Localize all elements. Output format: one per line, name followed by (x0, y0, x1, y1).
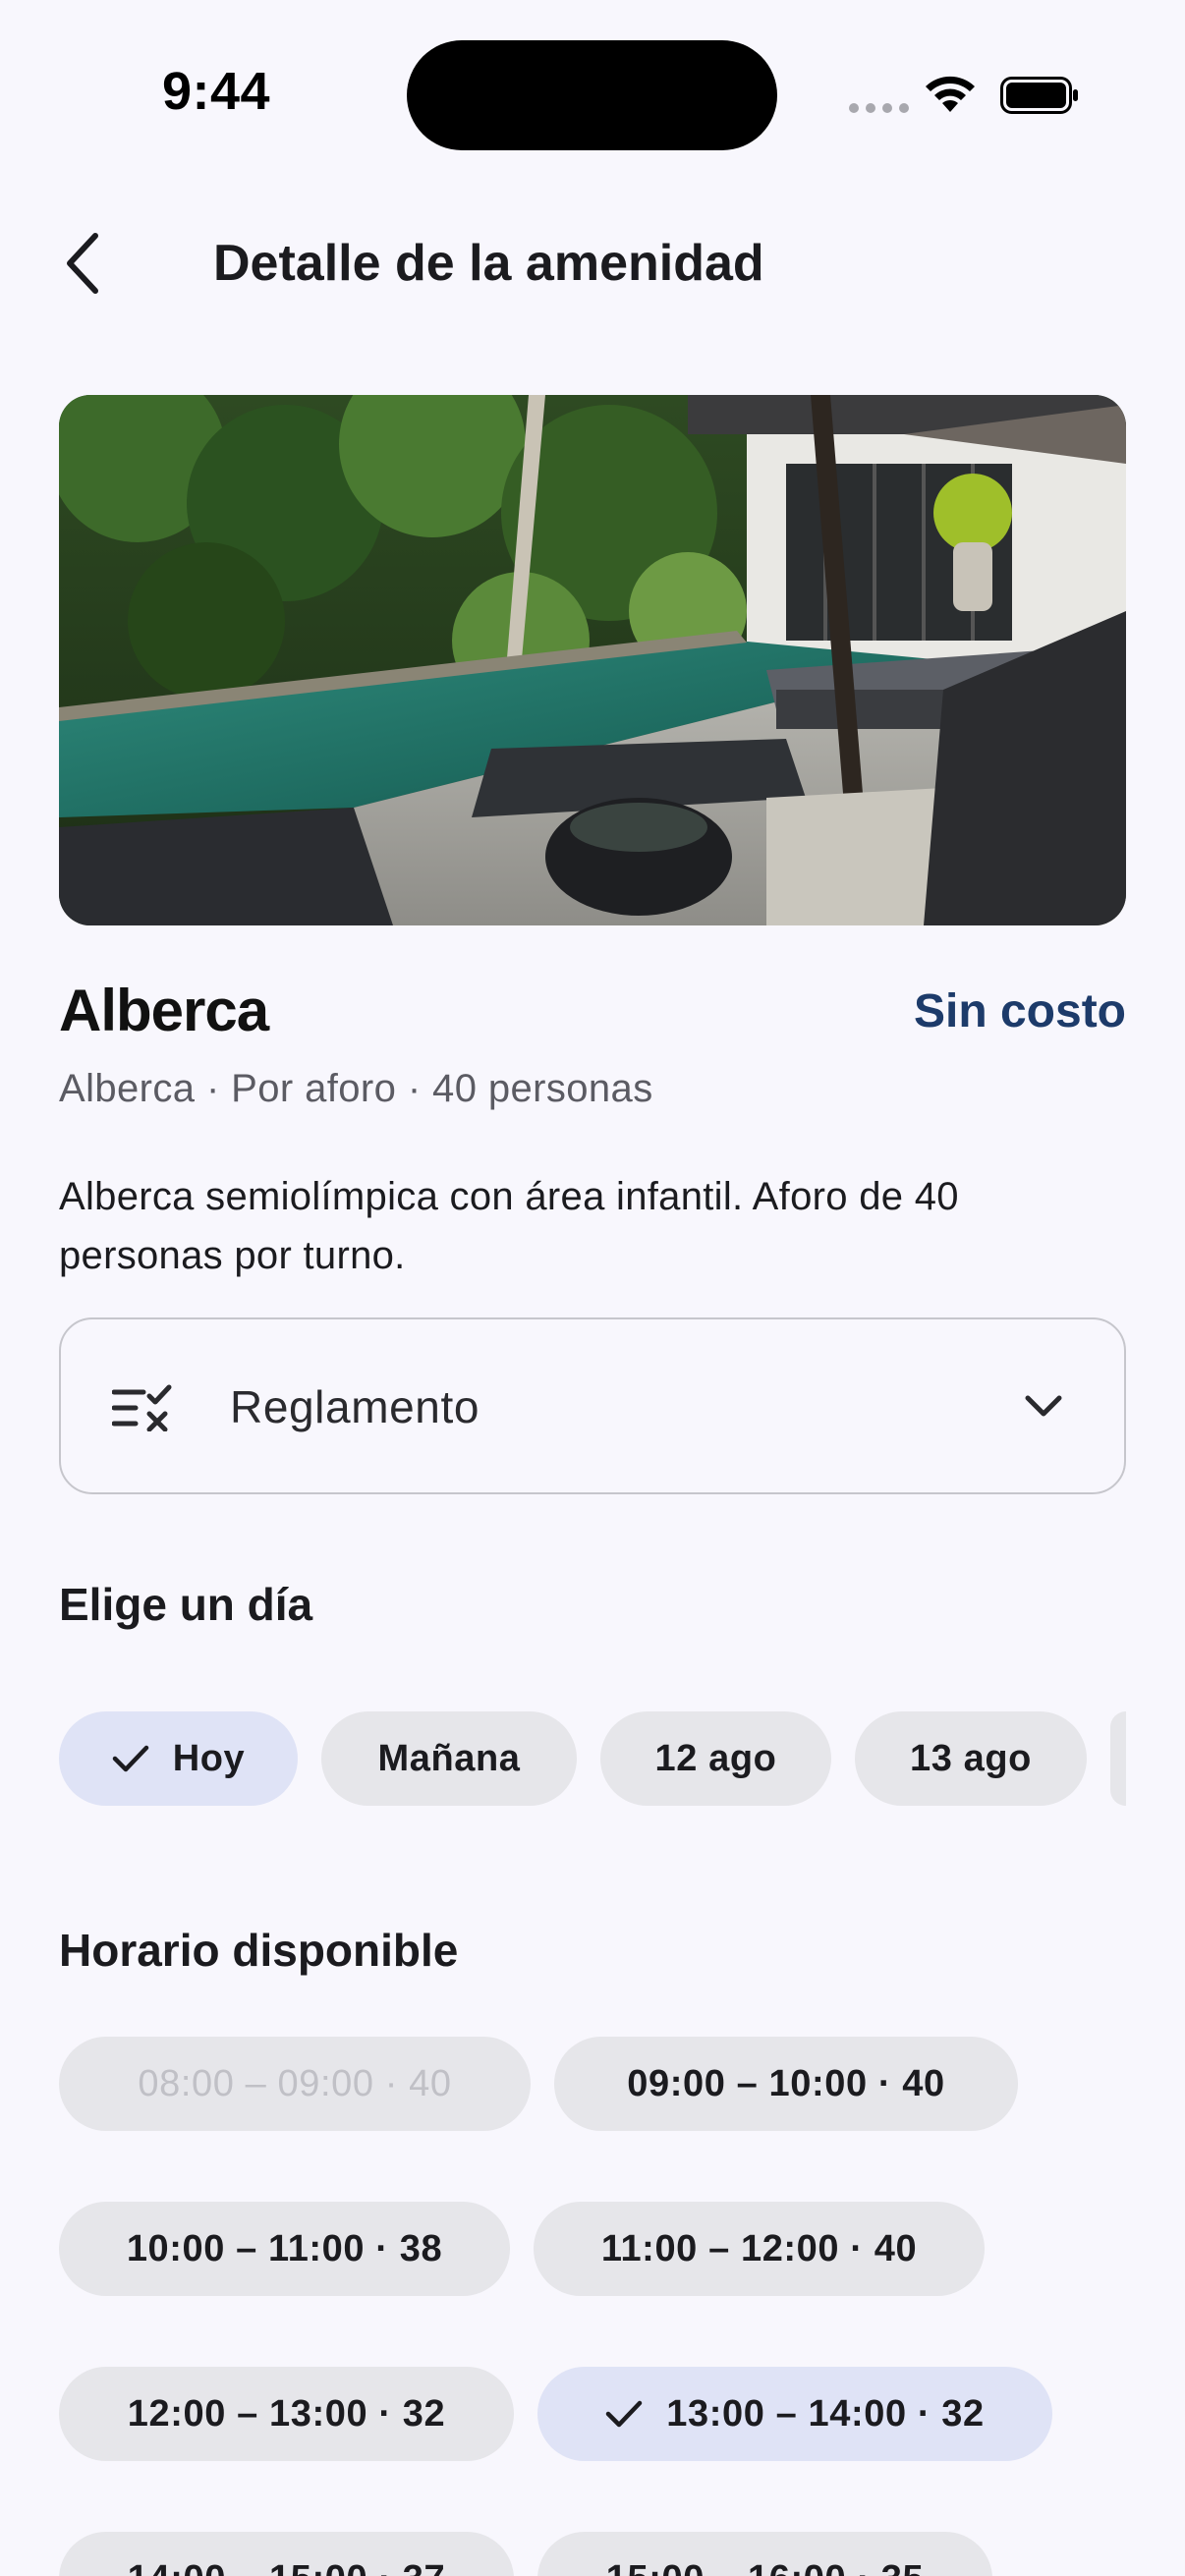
amenity-description: Alberca semiolímpica con área infantil. … (59, 1175, 959, 1277)
time-slot-label: 11:00 – 12:00 · 40 (600, 2227, 918, 2269)
chevron-down-icon (1025, 1395, 1062, 1417)
schedule-section-title: Horario disponible (59, 1925, 459, 1976)
amenity-name: Alberca (59, 978, 269, 1043)
back-button[interactable] (49, 224, 118, 303)
rules-label: Reglamento (230, 1381, 480, 1432)
day-chip-label: 12 ago (654, 1737, 777, 1779)
amenity-photo (59, 395, 1126, 925)
time-slot-chip[interactable]: 11:00 – 12:00 · 40 (534, 2202, 985, 2296)
status-time: 9:44 (162, 62, 271, 121)
day-chip-12-ago[interactable]: 12 ago (600, 1711, 831, 1806)
check-icon (112, 1745, 148, 1772)
day-chip-next-partial[interactable] (1110, 1711, 1126, 1806)
time-slot-label: 12:00 – 13:00 · 32 (127, 2392, 446, 2435)
time-slot-label: 15:00 – 16:00 · 35 (606, 2558, 924, 2576)
chevron-left-icon (67, 233, 98, 294)
dynamic-island (407, 40, 777, 150)
day-chip-label: Hoy (172, 1737, 246, 1779)
day-chip-13-ago[interactable]: 13 ago (855, 1711, 1087, 1806)
time-slot-label: 09:00 – 10:00 · 40 (627, 2062, 945, 2104)
time-slot-chip[interactable]: 15:00 – 16:00 · 35 (537, 2532, 992, 2576)
battery-icon (1000, 77, 1078, 114)
time-slot-label: 10:00 – 11:00 · 38 (126, 2227, 443, 2269)
time-slot-chip: 08:00 – 09:00 · 40 (59, 2037, 531, 2131)
page-title: Detalle de la amenidad (213, 235, 764, 292)
day-chip-today[interactable]: Hoy (59, 1711, 298, 1806)
rules-checklist-icon (112, 1384, 172, 1431)
time-slot-label: 13:00 – 14:00 · 32 (666, 2392, 985, 2435)
day-chip-label: Mañana (377, 1737, 521, 1779)
amenity-meta: Alberca · Por aforo · 40 personas (59, 1067, 653, 1110)
time-slot-label: 14:00 – 15:00 · 37 (128, 2558, 445, 2576)
day-chip-label: 13 ago (910, 1737, 1032, 1779)
day-section-title: Elige un día (59, 1579, 313, 1630)
time-slot-chip[interactable]: 09:00 – 10:00 · 40 (554, 2037, 1018, 2131)
day-chip-tomorrow[interactable]: Mañana (321, 1711, 577, 1806)
wifi-icon (926, 76, 975, 112)
price-label: Sin costo (913, 985, 1126, 1037)
time-slot-chip[interactable]: 12:00 – 13:00 · 32 (59, 2367, 514, 2461)
rules-accordion[interactable]: Reglamento (59, 1317, 1126, 1494)
check-icon (606, 2400, 643, 2428)
cellular-signal-icon (849, 103, 909, 113)
time-slot-chip[interactable]: 10:00 – 11:00 · 38 (59, 2202, 510, 2296)
time-slot-chip-selected[interactable]: 13:00 – 14:00 · 32 (537, 2367, 1052, 2461)
time-slot-label: 08:00 – 09:00 · 40 (138, 2062, 452, 2104)
time-slot-chip[interactable]: 14:00 – 15:00 · 37 (59, 2532, 514, 2576)
screen: 9:44 Detalle de la amenidad Alberca Sin … (0, 0, 1185, 2576)
